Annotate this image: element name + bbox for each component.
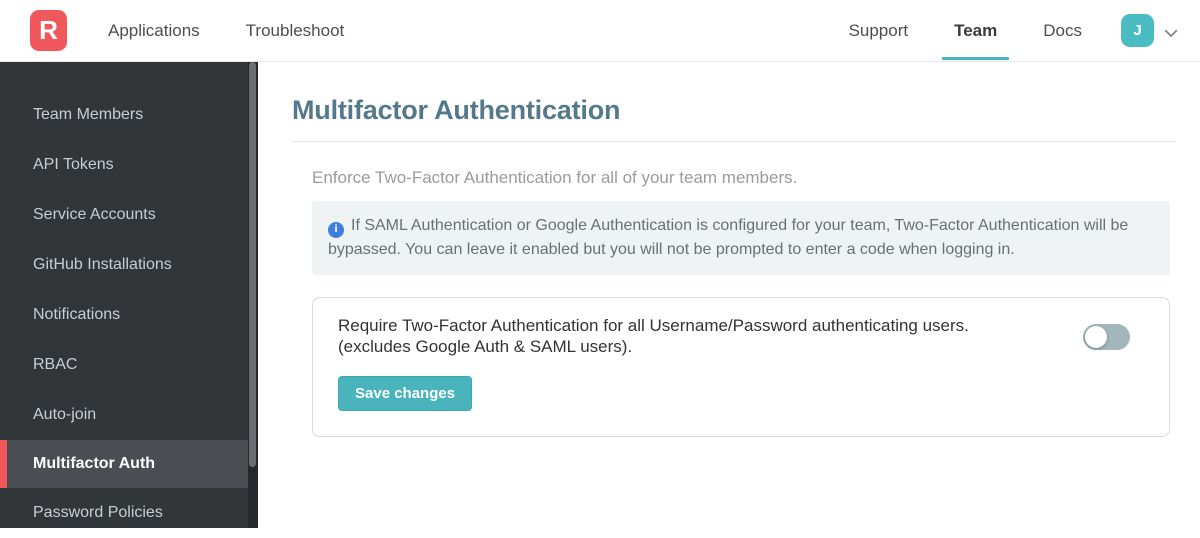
rollbar-logo-letter: R — [39, 15, 58, 45]
nav-item-docs[interactable]: Docs — [1043, 0, 1082, 61]
sidebar: Team Members API Tokens Service Accounts… — [0, 62, 258, 528]
sidebar-item-service-accounts[interactable]: Service Accounts — [0, 190, 258, 240]
info-banner: i If SAML Authentication or Google Authen… — [312, 201, 1170, 275]
setting-description-line1: Require Two-Factor Authentication for al… — [338, 315, 969, 335]
title-divider — [292, 141, 1176, 142]
nav-item-team[interactable]: Team — [942, 0, 1010, 61]
sidebar-item-api-tokens[interactable]: API Tokens — [0, 140, 258, 190]
chevron-down-icon[interactable] — [1162, 24, 1180, 42]
sidebar-scrollbar-thumb[interactable] — [249, 62, 256, 467]
nav-item-support[interactable]: Support — [849, 0, 909, 61]
avatar-initial: J — [1133, 22, 1142, 39]
top-navbar: R Applications Troubleshoot Support Team… — [0, 0, 1200, 62]
info-icon: i — [328, 221, 344, 238]
rollbar-logo[interactable]: R — [30, 10, 67, 51]
nav-item-troubleshoot[interactable]: Troubleshoot — [246, 21, 345, 41]
main-content: Multifactor Authentication Enforce Two-F… — [258, 62, 1200, 528]
info-banner-text: If SAML Authentication or Google Authent… — [328, 217, 1129, 258]
secondary-nav: Support Team Docs J — [826, 0, 1200, 61]
page-description: Enforce Two-Factor Authentication for al… — [312, 168, 798, 187]
sidebar-scrollbar-track[interactable] — [248, 62, 258, 528]
two-factor-toggle[interactable] — [1083, 323, 1130, 350]
sidebar-item-password-policies[interactable]: Password Policies — [0, 488, 258, 538]
setting-description-line2: (excludes Google Auth & SAML users). — [338, 336, 633, 356]
settings-panel: Enforce Two-Factor Authentication for al… — [312, 168, 1170, 437]
sidebar-nav-list: Team Members API Tokens Service Accounts… — [0, 62, 258, 538]
mfa-setting-card: Require Two-Factor Authentication for al… — [312, 296, 1170, 437]
sidebar-item-github-installations[interactable]: GitHub Installations — [0, 240, 258, 290]
sidebar-item-notifications[interactable]: Notifications — [0, 290, 258, 340]
mfa-setting-text-block: Require Two-Factor Authentication for al… — [338, 315, 1063, 411]
primary-nav: Applications Troubleshoot — [108, 21, 344, 41]
page-title: Multifactor Authentication — [292, 95, 621, 125]
user-avatar[interactable]: J — [1121, 14, 1154, 47]
nav-item-applications[interactable]: Applications — [108, 21, 200, 41]
sidebar-item-rbac[interactable]: RBAC — [0, 340, 258, 390]
save-changes-button[interactable]: Save changes — [338, 375, 473, 411]
sidebar-item-auto-join[interactable]: Auto-join — [0, 390, 258, 440]
sidebar-item-multifactor-auth[interactable]: Multifactor Auth — [0, 440, 248, 488]
sidebar-item-team-members[interactable]: Team Members — [0, 90, 258, 140]
toggle-knob — [1085, 325, 1107, 348]
